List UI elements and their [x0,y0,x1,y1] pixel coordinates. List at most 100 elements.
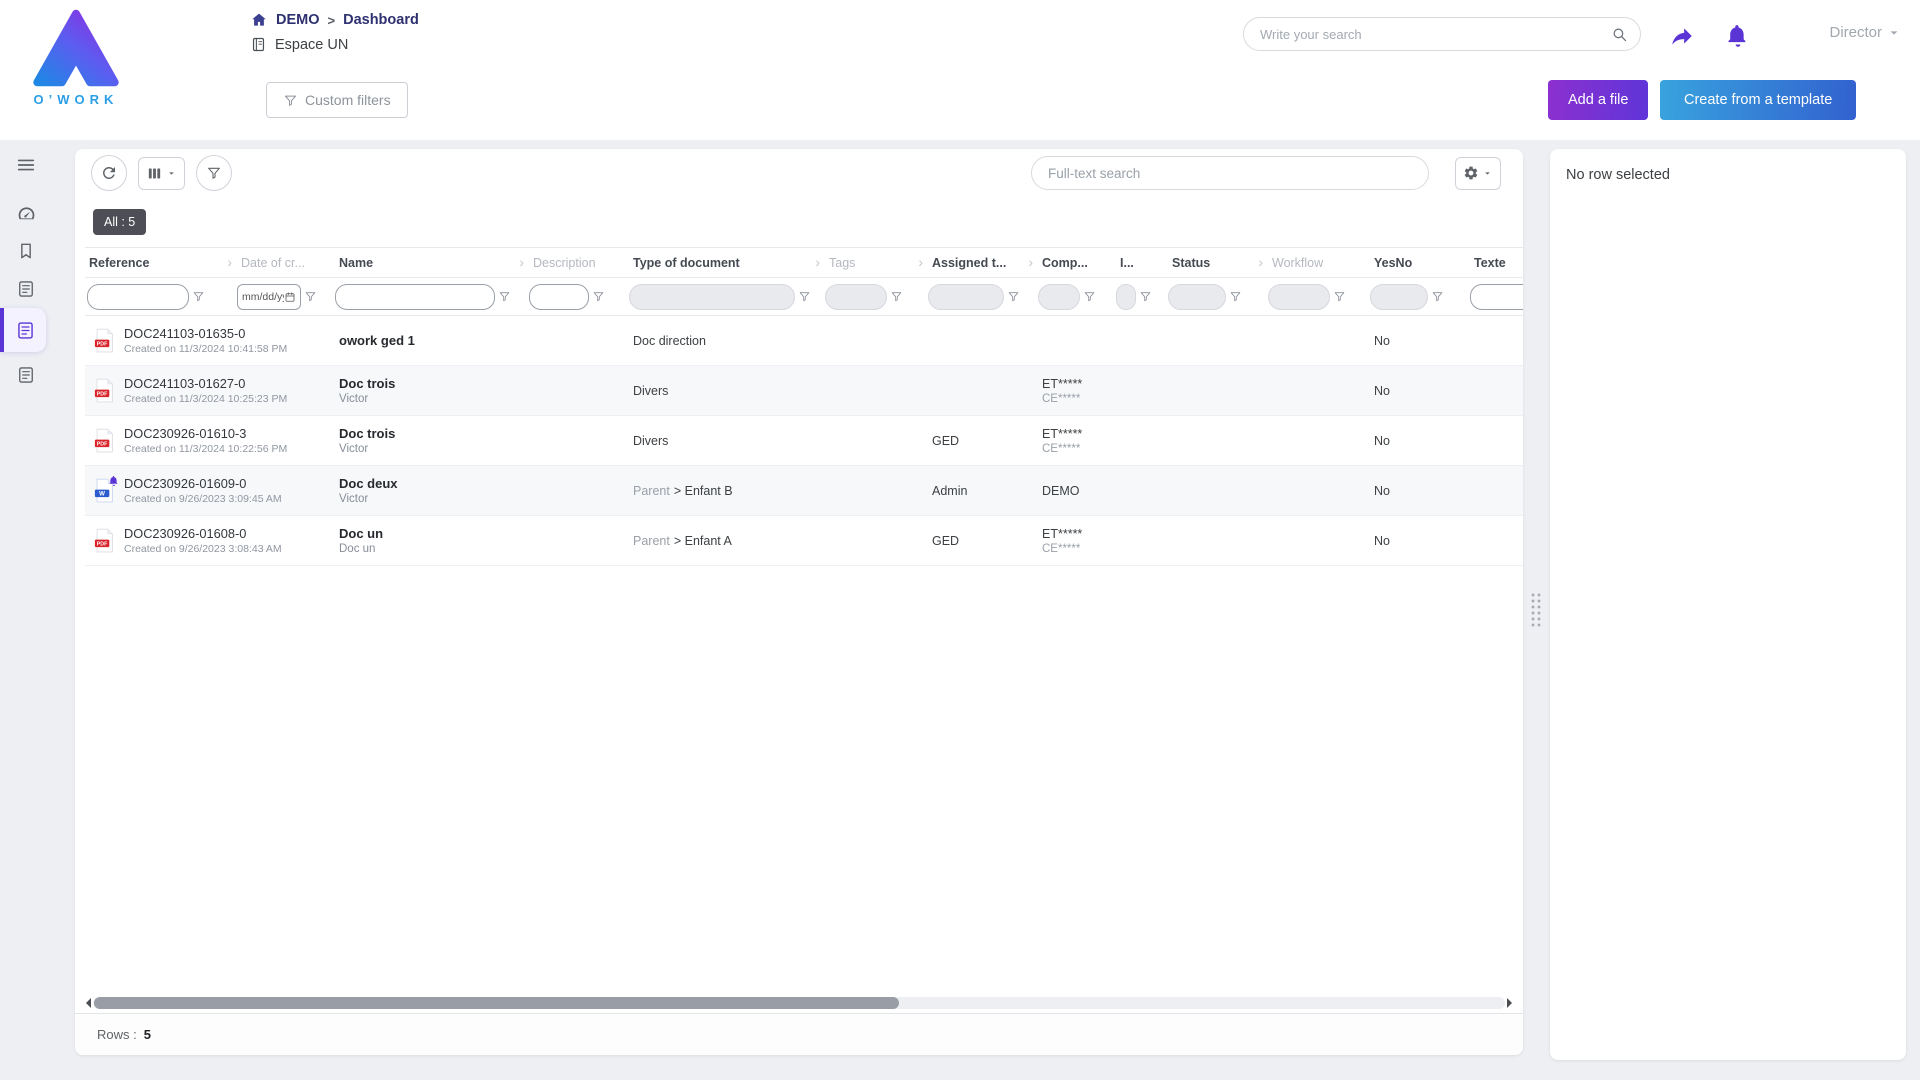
grid-settings-button[interactable] [1455,157,1501,190]
filter-tags-button[interactable] [890,290,903,303]
column-header-date[interactable]: Date of cr... [235,248,333,278]
columns-icon [146,165,163,182]
filter-texte-input[interactable] [1470,284,1523,310]
document-type: > Enfant B [674,484,733,498]
table-row[interactable]: DOC230926-01610-3 Created on 11/3/2024 1… [85,416,1523,466]
column-header-description[interactable]: Description [527,248,627,278]
sidebar-item-dashboard[interactable] [13,200,39,226]
document-name: Doc trois [339,376,527,391]
create-from-template-button[interactable]: Create from a template [1660,80,1856,120]
filter-workflow-select[interactable] [1268,284,1330,310]
filter-type-select[interactable] [629,284,795,310]
column-header-i[interactable]: I... [1114,248,1166,278]
scrollbar-track[interactable] [93,997,1505,1009]
funnel-icon [1083,290,1096,303]
scroll-right-arrow-icon[interactable] [1507,998,1517,1008]
chevron-down-icon [1886,25,1902,41]
filter-yesno-select[interactable] [1370,284,1428,310]
custom-filters-label: Custom filters [305,92,391,108]
filter-description-input[interactable] [529,284,589,310]
column-header-reference[interactable]: Reference [85,248,235,278]
filter-tags-select[interactable] [825,284,887,310]
column-header-workflow[interactable]: Workflow [1266,248,1368,278]
refresh-icon [100,164,118,182]
filter-workflow-button[interactable] [1333,290,1346,303]
grid-footer: Rows : 5 [75,1013,1523,1055]
gear-icon [1463,165,1479,181]
filter-assigned-select[interactable] [928,284,1004,310]
table-row[interactable]: DOC241103-01635-0 Created on 11/3/2024 1… [85,316,1523,366]
filter-name-input[interactable] [335,284,495,310]
filter-company-select[interactable] [1038,284,1080,310]
table-row[interactable]: DOC230926-01608-0 Created on 9/26/2023 3… [85,516,1523,566]
funnel-icon [890,290,903,303]
document-type-parent: Parent [633,484,670,498]
detail-panel: No row selected [1550,149,1906,1060]
funnel-icon [1431,290,1444,303]
document-reference: DOC241103-01627-0 [124,376,287,391]
archive-journal-icon [16,365,36,385]
column-header-tags[interactable]: Tags [823,248,926,278]
document-type: > Enfant A [674,534,732,548]
filter-name-button[interactable] [498,290,511,303]
column-header-company[interactable]: Comp... [1036,248,1114,278]
grid-filter-button[interactable] [196,155,232,191]
table-row[interactable]: DOC230926-01609-0 Created on 9/26/2023 3… [85,466,1523,516]
sidebar-item-journal[interactable] [13,276,39,302]
sidebar-item-archive[interactable] [13,362,39,388]
filter-reference-button[interactable] [192,290,205,303]
table-row[interactable]: DOC241103-01627-0 Created on 11/3/2024 1… [85,366,1523,416]
scroll-left-arrow-icon[interactable] [81,998,91,1008]
filter-company-button[interactable] [1083,290,1096,303]
document-yesno: No [1368,316,1468,366]
filter-assigned-button[interactable] [1007,290,1020,303]
document-company-sub: CE***** [1042,393,1114,405]
column-header-yesno[interactable]: YesNo [1368,248,1468,278]
journal-icon [16,279,36,299]
filter-i-button[interactable] [1139,290,1152,303]
notifications-button[interactable] [1722,20,1754,52]
share-button[interactable] [1666,20,1698,52]
sidebar-item-documents-active[interactable] [0,308,46,352]
filter-yesno-button[interactable] [1431,290,1444,303]
document-type: Doc direction [633,334,706,348]
global-search-input[interactable] [1260,27,1611,42]
user-menu[interactable]: Director [1829,24,1902,41]
breadcrumb-current[interactable]: Dashboard [343,12,419,28]
funnel-icon [1333,290,1346,303]
column-chooser-button[interactable] [138,157,185,190]
document-yesno: No [1368,416,1468,466]
filter-i-select[interactable] [1116,284,1136,310]
document-company: ET***** [1042,527,1114,541]
column-header-status[interactable]: Status [1166,248,1266,278]
document-reference: DOC230926-01610-3 [124,426,287,441]
document-name-sub: Victor [339,493,527,505]
column-header-texte[interactable]: Texte [1468,248,1523,278]
filter-type-button[interactable] [798,290,811,303]
custom-filters-button[interactable]: Custom filters [266,82,408,118]
sidebar-item-bookmarks[interactable] [13,238,39,264]
horizontal-scrollbar[interactable] [81,996,1517,1009]
refresh-button[interactable] [91,155,127,191]
filter-status-button[interactable] [1229,290,1242,303]
filter-date-input[interactable]: mm/dd/yyyy [237,284,301,310]
filter-description-button[interactable] [592,290,605,303]
filter-reference-input[interactable] [87,284,189,310]
share-icon [1669,23,1695,49]
filter-date-button[interactable] [304,290,317,303]
search-icon[interactable] [1611,26,1628,43]
fulltext-search-input[interactable] [1031,156,1429,190]
tab-all[interactable]: All : 5 [93,209,146,235]
document-created: Created on 11/3/2024 10:22:56 PM [124,443,287,455]
document-name: owork ged 1 [339,333,527,348]
word-file-icon [94,478,115,503]
sidebar-toggle-button[interactable] [13,152,39,178]
column-header-assigned[interactable]: Assigned t... [926,248,1036,278]
filter-status-select[interactable] [1168,284,1226,310]
scrollbar-thumb[interactable] [94,997,899,1009]
column-header-type[interactable]: Type of document [627,248,823,278]
breadcrumb-root[interactable]: DEMO [276,12,320,28]
column-header-name[interactable]: Name [333,248,527,278]
add-file-button[interactable]: Add a file [1548,80,1648,120]
panel-resize-handle[interactable] [1530,592,1542,628]
